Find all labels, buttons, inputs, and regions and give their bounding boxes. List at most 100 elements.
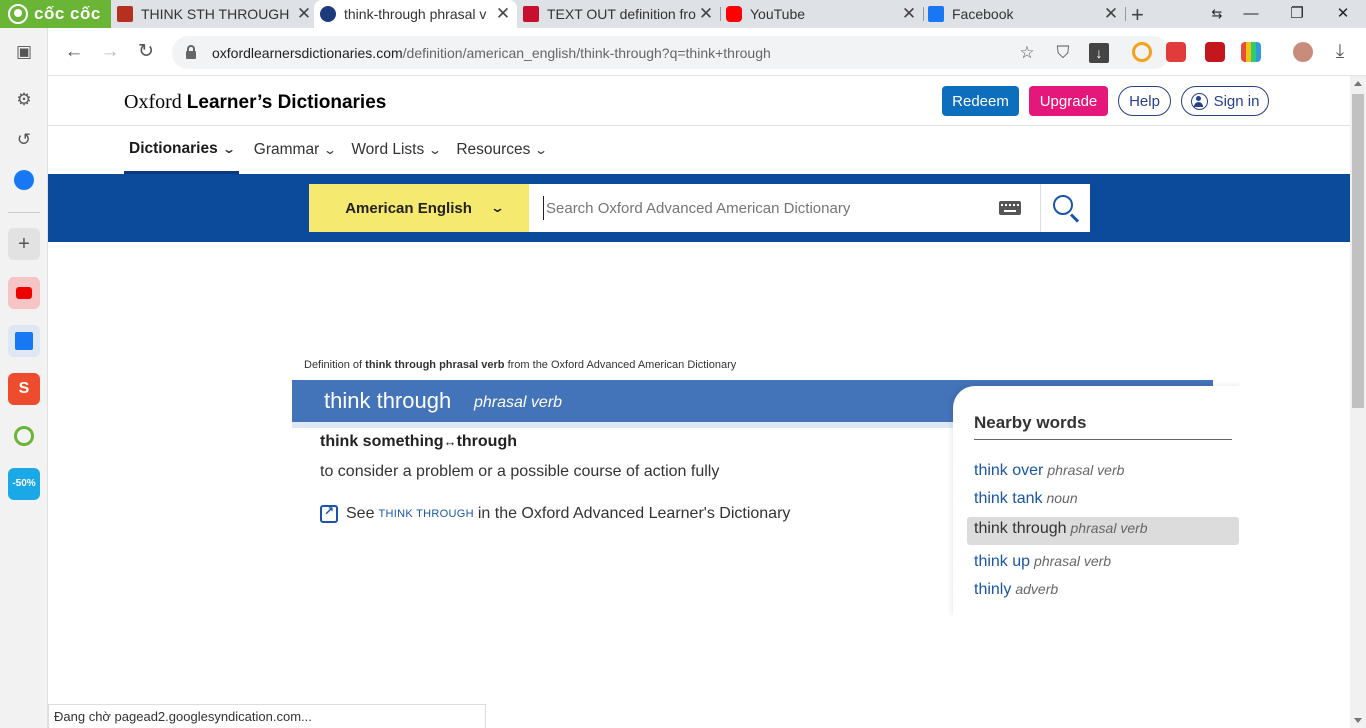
messenger-icon[interactable] <box>8 164 40 196</box>
search-button[interactable] <box>1041 184 1090 232</box>
site-header: Oxford Learner’s Dictionaries Redeem Upg… <box>48 76 1350 126</box>
logo-serif-text: Oxford <box>124 91 182 113</box>
nav-grammar[interactable]: Grammar ⌄ <box>249 126 341 174</box>
youtube-shortcut-icon[interactable] <box>8 277 40 309</box>
definition-source: Definition of think through phrasal verb… <box>304 359 736 371</box>
main-nav: Dictionaries ⌄ Grammar ⌄ Word Lists ⌄ Resou… <box>124 126 557 174</box>
tab-think-sth-through[interactable]: THINK STH THROUGH | ✕ <box>111 0 319 28</box>
page-scrollbar[interactable] <box>1350 76 1366 728</box>
tab-separator <box>1125 7 1126 21</box>
chevron-down-icon: ⌄ <box>221 141 236 156</box>
extension-new-icon[interactable] <box>1166 42 1186 62</box>
see-also-link[interactable]: See THINK THROUGH in the Oxford Advanced… <box>320 504 791 523</box>
oxford-logo[interactable]: Oxford Learner’s Dictionaries <box>124 91 386 114</box>
separable-arrow-icon: ↔ <box>443 434 457 449</box>
history-icon[interactable]: ↺ <box>8 124 40 156</box>
nearby-word-link[interactable]: think over phrasal verb <box>974 462 1124 480</box>
search-band: American English ⌄ <box>48 174 1350 242</box>
extension-red-icon[interactable] <box>1205 42 1225 62</box>
facebook-favicon-icon <box>928 6 944 22</box>
definition-text: to consider a problem or a possible cour… <box>320 463 720 480</box>
nav-word-lists[interactable]: Word Lists ⌄ <box>346 126 445 174</box>
usage-pattern: think something↔through <box>320 433 517 451</box>
nearby-pos: phrasal verb <box>1070 520 1148 536</box>
search-input[interactable] <box>543 196 983 220</box>
extension-rainbow-icon[interactable] <box>1132 42 1152 62</box>
scroll-down-icon[interactable] <box>1354 718 1362 723</box>
close-tab-icon[interactable]: ✕ <box>899 4 919 24</box>
coccoc-shortcut-icon[interactable] <box>8 420 40 452</box>
shopee-shortcut-icon[interactable]: S <box>8 373 40 405</box>
forward-arrow-icon[interactable]: → <box>98 40 122 64</box>
bookmark-star-icon[interactable]: ☆ <box>1014 36 1040 69</box>
page-content: Oxford Learner’s Dictionaries Redeem Upg… <box>48 76 1350 728</box>
nav-resources[interactable]: Resources ⌄ <box>451 126 551 174</box>
help-button[interactable]: Help <box>1118 86 1171 116</box>
close-tab-icon[interactable]: ✕ <box>1101 4 1121 24</box>
tab-think-through-phrasal[interactable]: think-through phrasal v ✕ <box>314 0 517 28</box>
source-suffix: from the Oxford Advanced American Dictio… <box>507 359 737 371</box>
nav-dictionaries[interactable]: Dictionaries ⌄ <box>124 126 239 174</box>
nearby-word: think through <box>974 520 1067 537</box>
close-window-icon[interactable]: ✕ <box>1320 0 1366 28</box>
tab-title: YouTube <box>750 6 806 22</box>
tab-title: think-through phrasal v <box>344 6 487 22</box>
chevron-down-icon: ⌄ <box>489 200 505 215</box>
keyboard-icon[interactable] <box>999 201 1021 215</box>
address-bar[interactable]: oxfordlearnersdictionaries.com/definitio… <box>172 36 1170 69</box>
extension-color-icon[interactable] <box>1241 42 1261 62</box>
tab-facebook[interactable]: Facebook ✕ <box>922 0 1126 28</box>
nav-label: Word Lists <box>351 141 425 158</box>
nav-label: Grammar <box>253 141 320 158</box>
scrollbar-thumb[interactable] <box>1352 94 1364 408</box>
minimize-icon[interactable]: — <box>1228 0 1274 28</box>
close-tab-icon[interactable]: ✕ <box>294 4 314 24</box>
settings-gear-icon[interactable]: ⚙ <box>8 84 40 116</box>
redeem-button[interactable]: Redeem <box>942 86 1019 116</box>
search-box <box>529 184 1041 232</box>
see-term[interactable]: THINK THROUGH <box>378 508 473 520</box>
scroll-up-icon[interactable] <box>1354 81 1362 86</box>
tab-youtube[interactable]: YouTube ✕ <box>720 0 924 28</box>
download-video-icon[interactable]: ↓ <box>1086 36 1112 69</box>
nearby-word-link[interactable]: think up phrasal verb <box>974 553 1111 571</box>
headword: think through <box>324 388 452 413</box>
usage-part-b: through <box>456 433 517 450</box>
lock-icon <box>186 44 196 59</box>
part-of-speech: phrasal verb <box>474 394 563 411</box>
shield-icon[interactable]: ⛉ <box>1050 36 1076 69</box>
dictionary-select-label: American English <box>345 199 472 217</box>
sign-in-button[interactable]: Sign in <box>1181 86 1269 116</box>
close-tab-icon[interactable]: ✕ <box>493 4 513 24</box>
upgrade-button[interactable]: Upgrade <box>1029 86 1108 116</box>
tab-title: Facebook <box>952 6 1014 22</box>
browser-toolbar: ← → ↻ oxfordlearnersdictionaries.com/def… <box>48 28 1366 76</box>
nearby-word-link[interactable]: thinly adverb <box>974 581 1058 599</box>
profile-avatar[interactable] <box>1293 42 1313 62</box>
oxford-favicon-icon <box>320 6 336 22</box>
nearby-word-selected[interactable]: think through phrasal verb <box>967 517 1239 545</box>
reload-icon[interactable]: ↻ <box>134 40 158 64</box>
youtube-favicon-icon <box>726 6 742 22</box>
sidebar-toggle-icon[interactable]: ▣ <box>8 36 40 68</box>
nearby-word-link[interactable]: think tank noun <box>974 490 1078 508</box>
add-shortcut-icon[interactable]: + <box>8 228 40 260</box>
usage-part-a: think something <box>320 433 444 450</box>
new-tab-icon[interactable]: + <box>1131 2 1144 28</box>
facebook-shortcut-icon[interactable] <box>8 325 40 357</box>
tab-title: THINK STH THROUGH | <box>141 6 294 22</box>
search-icon-handle <box>1069 213 1080 223</box>
tiki-shortcut-icon[interactable]: -50% <box>8 468 40 500</box>
restore-icon[interactable]: ❐ <box>1274 0 1320 28</box>
close-tab-icon[interactable]: ✕ <box>696 4 716 24</box>
nearby-pos: noun <box>1046 490 1078 506</box>
downloads-icon[interactable]: ⤓ <box>1328 40 1352 64</box>
back-arrow-icon[interactable]: ← <box>62 40 86 64</box>
coccoc-menu-button[interactable]: cốc cốc <box>0 0 111 28</box>
brand-label: cốc cốc <box>34 4 101 23</box>
see-suffix: in the Oxford Advanced Learner's Diction… <box>477 505 791 522</box>
dictionary-select[interactable]: American English ⌄ <box>309 184 529 232</box>
tab-strip: cốc cốc THINK STH THROUGH | ✕ think-thro… <box>0 0 1366 28</box>
tab-text-out[interactable]: TEXT OUT definition fro ✕ <box>517 0 721 28</box>
nav-label: Dictionaries <box>129 139 218 157</box>
